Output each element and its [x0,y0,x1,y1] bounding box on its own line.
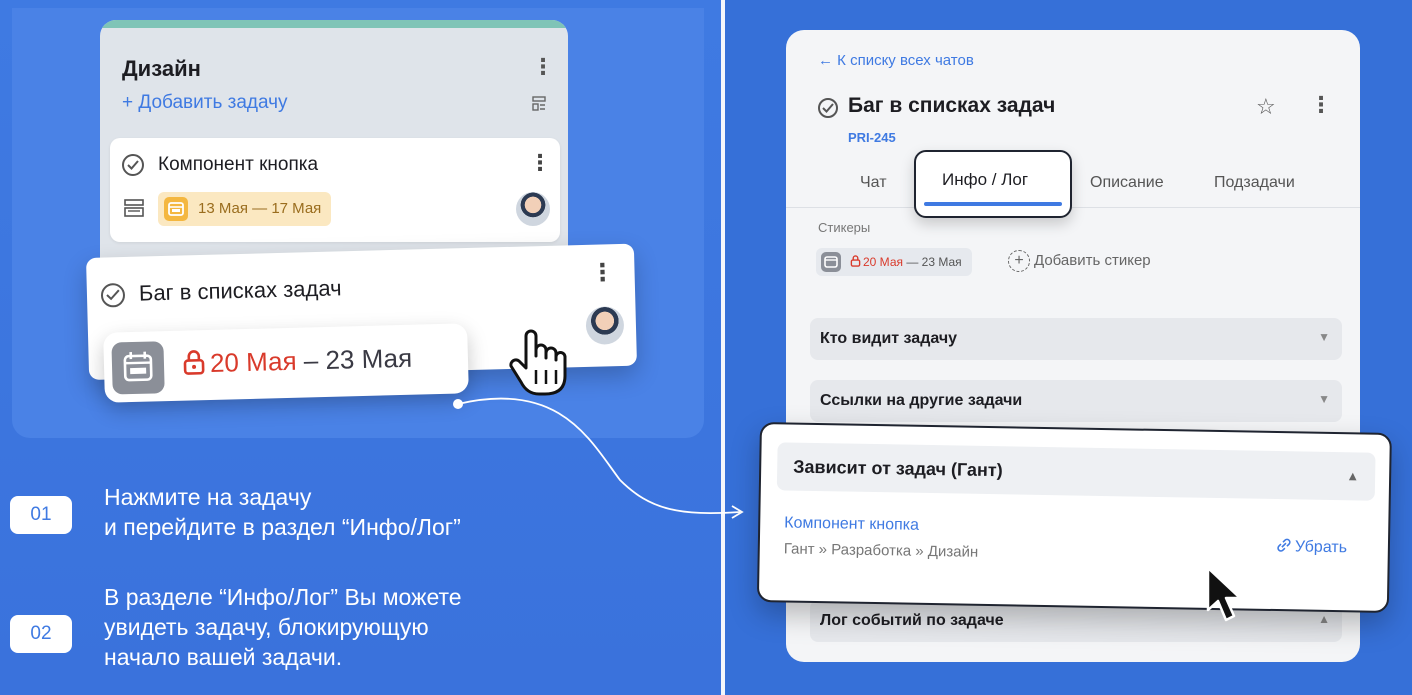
date-start: 20 Мая [209,345,297,378]
date-separator: – [296,344,326,376]
dependency-task-link[interactable]: Компонент кнопка [784,514,919,534]
column-title: Дизайн [122,56,201,81]
step-number-badge: 02 [10,615,72,653]
task-date-badge[interactable]: 13 Мая — 17 Мая [158,192,332,226]
plus-icon: + [1008,250,1030,272]
sticker-date-end: — 23 Мая [902,255,962,269]
step-line: увидеть задачу, блокирующую [104,614,429,640]
avatar[interactable] [516,192,550,226]
stack-icon [124,199,144,217]
calendar-icon [821,252,841,272]
remove-dependency-button[interactable]: Убрать [1276,537,1347,557]
step-number-badge: 01 [10,496,72,534]
step-text: Нажмите на задачу и перейдите в раздел “… [104,482,461,542]
task-id: PRI-245 [848,130,896,145]
calendar-icon [164,197,188,221]
date-end: 23 Мая [325,342,413,375]
task-title: Компонент кнопка [158,154,319,175]
lock-icon [183,350,205,375]
task-status-icon[interactable] [818,98,838,118]
step-line: и перейдите в раздел “Инфо/Лог” [104,514,461,540]
tab-info-log-label: Инфо / Лог [942,170,1029,189]
page-title: Баг в списках задач [848,94,1056,117]
step-line: Нажмите на задачу [104,484,312,510]
step-text: В разделе “Инфо/Лог” Вы можете увидеть з… [104,582,462,672]
kanban-column: Дизайн ⋮ + Добавить задачу Компонент кно… [100,20,568,280]
chevron-up-icon: ▲ [1346,468,1360,484]
column-menu-icon[interactable]: ⋮ [532,54,554,80]
section-label: Ссылки на другие задачи [820,392,1023,409]
step-line: В разделе “Инфо/Лог” Вы можете [104,584,462,610]
section-links[interactable]: Ссылки на другие задачи ▼ [810,380,1342,422]
blocked-date-text: 20 Мая – 23 Мая [182,343,413,380]
sticker-badge[interactable]: 20 Мая — 23 Мая [816,248,972,276]
avatar[interactable] [585,305,625,345]
task-title: Баг в списках задач [138,275,342,306]
task-date-text: 13 Мая — 17 Мая [198,200,322,217]
arrow-cursor-icon [1206,566,1242,622]
section-title: Зависит от задач (Гант) [793,456,1003,481]
tabs-divider [786,207,1360,208]
column-color-strip [100,20,568,28]
star-icon[interactable]: ☆ [1256,94,1276,120]
section-label: Лог событий по задаче [820,612,1004,629]
dependency-path: Гант » Разработка » Дизайн [783,540,979,561]
divider [721,0,725,695]
add-sticker-label: Добавить стикер [1034,252,1151,269]
tab-description[interactable]: Описание [1090,174,1164,192]
task-menu-icon[interactable]: ⋮ [1310,92,1332,118]
task-status-icon[interactable] [100,282,126,308]
task-status-icon[interactable] [122,154,144,176]
sticker-date-start: 20 Мая [863,255,903,269]
section-header[interactable]: Зависит от задач (Гант) ▲ [776,442,1376,501]
step-line: начало вашей задачи. [104,644,343,670]
add-task-button[interactable]: + Добавить задачу [122,92,288,114]
calendar-icon [111,341,165,395]
blocked-date-badge[interactable]: 20 Мая – 23 Мая [103,323,469,403]
task-menu-icon[interactable]: ⋮ [529,150,551,176]
task-menu-icon[interactable]: ⋮ [590,258,615,288]
back-to-chats-link[interactable]: ← К списку всех чатов [818,52,974,69]
remove-label: Убрать [1294,538,1348,557]
add-sticker-button[interactable]: + Добавить стикер [1008,250,1151,272]
active-tab-indicator [924,202,1062,206]
hand-cursor-icon [509,329,567,396]
chevron-down-icon: ▼ [1318,330,1330,344]
task-card[interactable]: Компонент кнопка ⋮ 13 Мая — 17 Мая [110,138,560,242]
section-visibility[interactable]: Кто видит задачу ▼ [810,318,1342,360]
tab-chat[interactable]: Чат [860,174,887,192]
chevron-down-icon: ▼ [1318,392,1330,406]
tab-info-log[interactable]: Инфо / Лог [914,150,1072,218]
section-label: Кто видит задачу [820,330,958,347]
column-settings-icon[interactable] [532,96,546,112]
stickers-label: Стикеры [818,220,871,235]
chevron-up-icon: ▲ [1318,612,1330,626]
gantt-dependency-section: Зависит от задач (Гант) ▲ Компонент кноп… [756,422,1392,614]
unlink-icon [1277,538,1291,552]
tab-subtasks[interactable]: Подзадачи [1214,174,1295,192]
lock-icon [850,255,861,267]
